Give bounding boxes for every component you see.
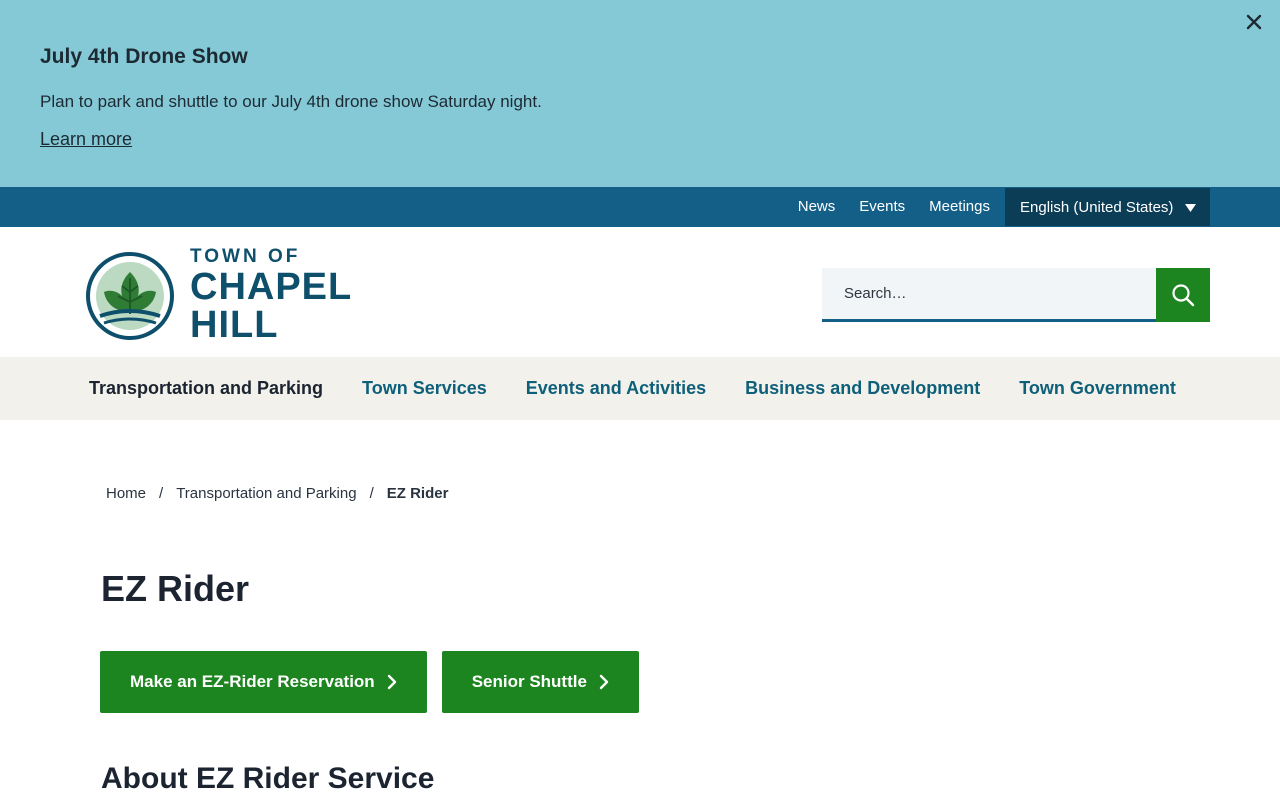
- search-button[interactable]: [1156, 268, 1210, 322]
- search-icon: [1172, 284, 1195, 307]
- logo-line-2: CHAPEL: [190, 266, 353, 308]
- chevron-right-icon: [599, 674, 609, 690]
- reservation-button[interactable]: Make an EZ-Rider Reservation: [100, 651, 427, 713]
- utility-link-events[interactable]: Events: [859, 187, 905, 227]
- alert-text: Plan to park and shuttle to our July 4th…: [40, 92, 542, 111]
- breadcrumb: Home / Transportation and Parking / EZ R…: [100, 485, 1280, 502]
- main-content: Home / Transportation and Parking / EZ R…: [0, 420, 1280, 799]
- utility-link-meetings[interactable]: Meetings: [929, 187, 990, 227]
- alert-title: July 4th Drone Show: [40, 45, 248, 68]
- nav-item-events-activities[interactable]: Events and Activities: [526, 378, 706, 399]
- action-buttons: Make an EZ-Rider Reservation Senior Shut…: [100, 651, 1280, 713]
- nav-item-town-government[interactable]: Town Government: [1019, 378, 1176, 399]
- chevron-right-icon: [387, 674, 397, 690]
- tree-seal-icon: [86, 251, 174, 340]
- breadcrumb-current: EZ Rider: [386, 485, 449, 502]
- caret-down-icon: [1185, 199, 1196, 216]
- reservation-button-label: Make an EZ-Rider Reservation: [130, 672, 375, 691]
- language-label: English (United States): [1020, 198, 1174, 216]
- breadcrumb-separator: /: [369, 485, 374, 502]
- logo-line-1: TOWN OF: [190, 246, 301, 267]
- nav-item-business-development[interactable]: Business and Development: [745, 378, 980, 399]
- search-form: [822, 268, 1210, 322]
- site-logo[interactable]: TOWN OF CHAPEL HILL: [86, 247, 352, 344]
- main-nav: Transportation and Parking Town Services…: [0, 357, 1280, 420]
- nav-item-town-services[interactable]: Town Services: [362, 378, 487, 399]
- close-icon[interactable]: [1240, 8, 1268, 36]
- senior-shuttle-button[interactable]: Senior Shuttle: [441, 651, 639, 713]
- section-title: About EZ Rider Service: [101, 762, 435, 795]
- alert-learn-more-link[interactable]: Learn more: [40, 129, 132, 149]
- breadcrumb-home[interactable]: Home: [106, 485, 146, 502]
- nav-item-transportation[interactable]: Transportation and Parking: [89, 378, 323, 399]
- senior-shuttle-button-label: Senior Shuttle: [471, 672, 587, 691]
- language-select[interactable]: English (United States): [1005, 188, 1210, 226]
- site-header: TOWN OF CHAPEL HILL: [0, 227, 1280, 357]
- logo-line-3: HILL: [190, 304, 279, 346]
- page-title: EZ Rider: [101, 568, 250, 609]
- alert-banner: July 4th Drone Show Plan to park and shu…: [0, 0, 1280, 187]
- utility-link-news[interactable]: News: [798, 187, 836, 227]
- breadcrumb-transportation[interactable]: Transportation and Parking: [176, 485, 356, 502]
- search-input[interactable]: [822, 268, 1156, 322]
- logo-wordmark: TOWN OF CHAPEL HILL: [190, 247, 352, 344]
- utility-bar: News Events Meetings English (United Sta…: [0, 187, 1280, 227]
- breadcrumb-separator: /: [159, 485, 164, 502]
